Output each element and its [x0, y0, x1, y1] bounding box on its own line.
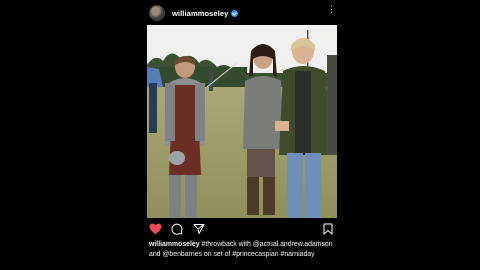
- caption-username[interactable]: williammoseley: [149, 241, 200, 248]
- instagram-post: williammoseley ⋮ williammoseley #throwba…: [147, 0, 337, 270]
- send-icon[interactable]: [193, 223, 205, 235]
- bookmark-icon[interactable]: [323, 223, 333, 235]
- post-header: williammoseley ⋮: [147, 2, 337, 24]
- post-photo[interactable]: [147, 25, 337, 218]
- comment-icon[interactable]: [171, 223, 183, 235]
- post-caption: williammoseley #throwback with @actual.a…: [149, 240, 335, 260]
- avatar[interactable]: [149, 5, 165, 21]
- verified-badge-icon: [231, 9, 239, 17]
- post-actions: [147, 222, 337, 236]
- username[interactable]: williammoseley: [172, 9, 228, 18]
- heart-icon[interactable]: [149, 223, 162, 235]
- more-options-icon[interactable]: ⋮: [327, 5, 336, 14]
